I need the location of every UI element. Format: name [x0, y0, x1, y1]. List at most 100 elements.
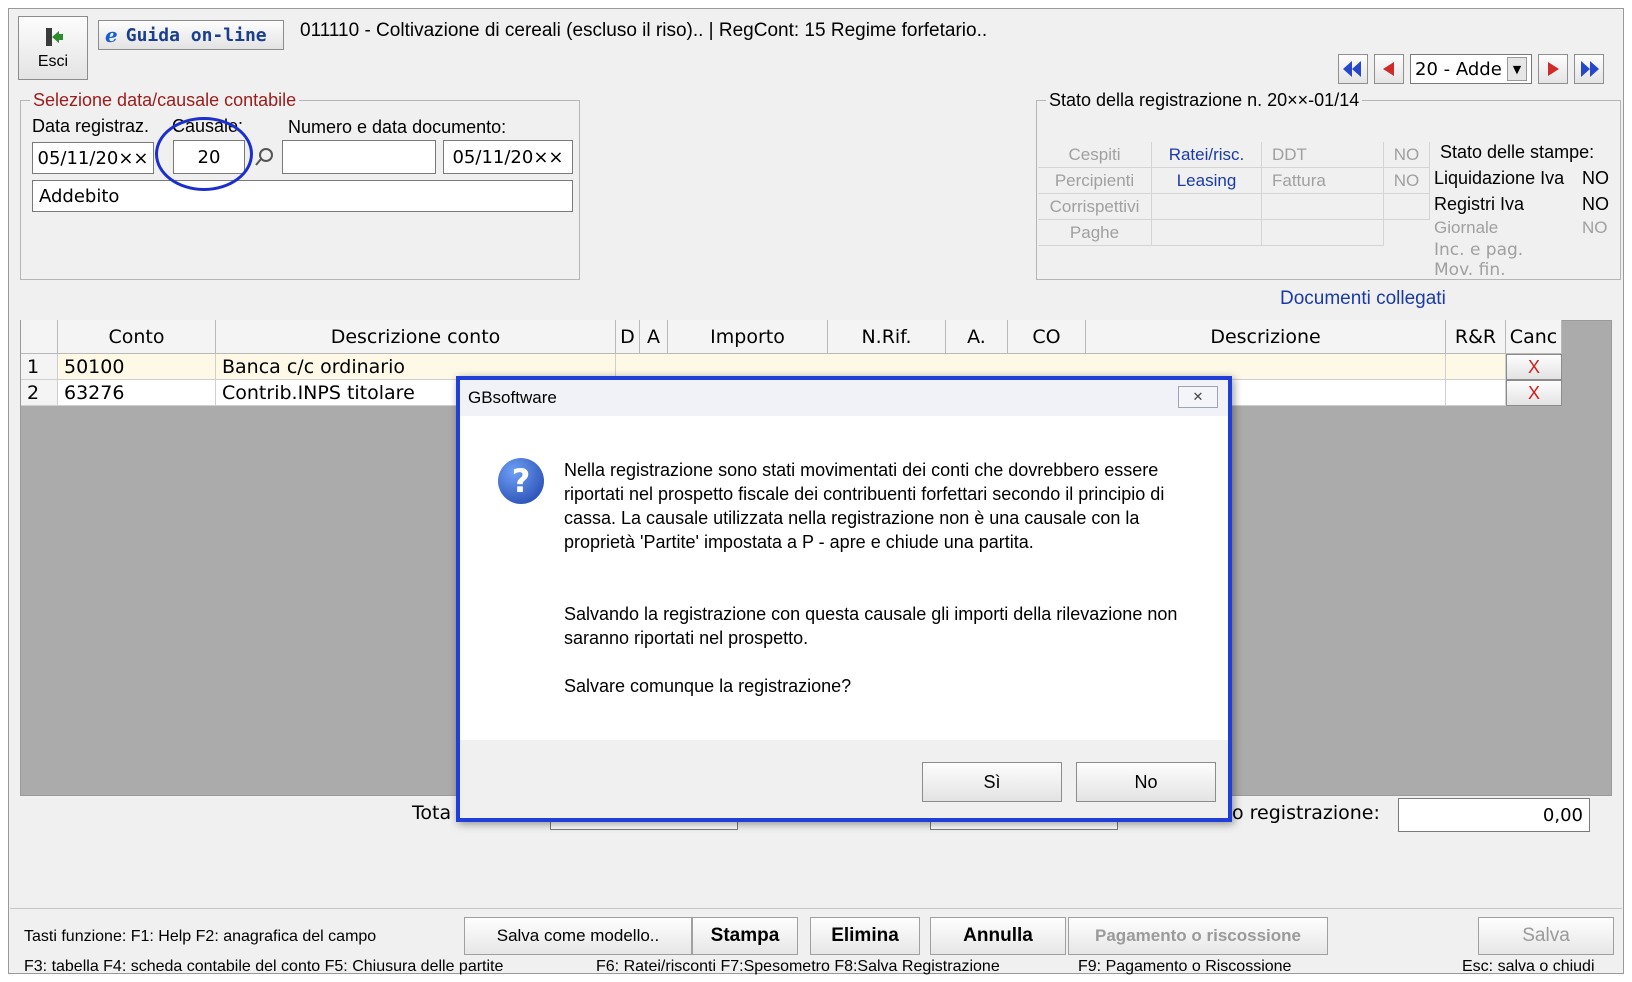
cancel-x-icon: X: [1527, 382, 1540, 403]
record-select[interactable]: 20 - Adde ▼: [1410, 54, 1532, 84]
col-conto[interactable]: Conto: [58, 320, 216, 354]
question-glyph: ?: [511, 462, 531, 500]
data-registrazione-input[interactable]: 05/11/20××: [32, 142, 154, 174]
row-number: 2: [21, 380, 58, 406]
col-a2[interactable]: A.: [946, 320, 1008, 354]
left-arrow-icon: [1383, 62, 1394, 76]
salva-modello-button[interactable]: Salva come modello..: [464, 917, 692, 955]
close-icon: ✕: [1192, 389, 1204, 404]
record-select-value: 20 - Adde: [1415, 58, 1502, 80]
percipienti-cell: Percipienti: [1038, 168, 1152, 194]
function-keys-line4: F9: Pagamento o Riscossione: [1078, 958, 1292, 975]
toolbar-separator: [10, 908, 1622, 909]
function-keys-line3: F6: Ratei/risconti F7:Spesometro F8:Salv…: [596, 958, 1000, 975]
cancel-row-button[interactable]: X: [1506, 380, 1562, 406]
documenti-collegati-link[interactable]: Documenti collegati: [1280, 288, 1446, 310]
row-number: 1: [21, 354, 58, 380]
causale-description-input[interactable]: Addebito: [32, 180, 573, 212]
stampe-label-registri: Registri Iva: [1434, 194, 1525, 214]
numero-documento-input[interactable]: [282, 140, 436, 174]
data-documento-input[interactable]: 05/11/20××: [443, 140, 573, 174]
ddt-cell: DDT: [1262, 142, 1384, 168]
help-label: Guida on-line: [125, 24, 267, 46]
leasing-link[interactable]: Leasing: [1152, 168, 1262, 194]
stampe-label-incpag: Inc. e pag.: [1434, 240, 1524, 260]
first-record-button[interactable]: [1338, 54, 1368, 84]
row-conto[interactable]: 50100: [58, 354, 216, 380]
function-keys-line1: Tasti funzione: F1: Help F2: anagrafica …: [24, 928, 377, 945]
row-rr[interactable]: [1446, 354, 1506, 380]
elimina-button[interactable]: Elimina: [810, 917, 920, 955]
dialog-titlebar: GBsoftware ✕: [460, 380, 1228, 416]
dialog-title: GBsoftware: [468, 388, 557, 407]
registrazione-label: o registrazione:: [1232, 802, 1380, 824]
stampa-button[interactable]: Stampa: [692, 917, 798, 955]
grid-corner: [21, 320, 58, 354]
col-rr[interactable]: R&R: [1446, 320, 1506, 354]
page-title: 011110 - Coltivazione di cereali (esclus…: [300, 20, 988, 41]
stampe-value-liquidazione: NO: [1582, 168, 1609, 188]
fattura-cell: Fattura: [1262, 168, 1384, 194]
double-right-icon: [1581, 61, 1599, 77]
next-record-button[interactable]: [1538, 54, 1568, 84]
data-label: Data registraz.: [32, 116, 150, 136]
exit-button[interactable]: Esci: [18, 16, 88, 80]
stato-legend: Stato della registrazione n. 20××-01/14: [1046, 90, 1363, 111]
row-rr[interactable]: [1446, 380, 1506, 406]
col-d[interactable]: D: [616, 320, 640, 354]
empty-cell: [1262, 194, 1384, 220]
col-co[interactable]: CO: [1008, 320, 1086, 354]
col-importo[interactable]: Importo: [668, 320, 828, 354]
exit-icon: [46, 28, 63, 46]
question-icon: ?: [498, 458, 544, 504]
cespiti-cell: Cespiti: [1038, 142, 1152, 168]
dialog-window: GBsoftware ✕ ? Nella registrazione sono …: [456, 376, 1232, 822]
lookup-icon[interactable]: [254, 147, 276, 167]
browser-icon: e: [105, 23, 118, 47]
empty-cell: [1384, 194, 1430, 220]
col-descrizione[interactable]: Descrizione: [1086, 320, 1446, 354]
dialog-message: Nella registrazione sono stati movimenta…: [564, 460, 1165, 552]
dialog-question: Salvare comunque la registrazione?: [564, 676, 852, 696]
corrispettivi-cell: Corrispettivi: [1038, 194, 1152, 220]
salva-button[interactable]: Salva: [1478, 917, 1614, 955]
empty-cell: [1152, 220, 1262, 246]
dialog-close-button[interactable]: ✕: [1178, 386, 1218, 408]
fattura-no-cell: NO: [1384, 168, 1430, 194]
last-record-button[interactable]: [1574, 54, 1604, 84]
annulla-button[interactable]: Annulla: [930, 917, 1066, 955]
chevron-down-icon: ▼: [1507, 57, 1527, 81]
col-a[interactable]: A: [640, 320, 668, 354]
pagamento-riscossione-button[interactable]: Pagamento o riscossione: [1068, 917, 1328, 955]
help-online-button[interactable]: e Guida on-line: [98, 20, 284, 50]
annotation-circle: [155, 117, 253, 191]
stampe-value-giornale: NO: [1582, 218, 1608, 237]
totale-label: Tota: [412, 802, 452, 824]
empty-cell: [1262, 220, 1384, 246]
col-descrizione-conto[interactable]: Descrizione conto: [216, 320, 616, 354]
stampe-label-movfin: Mov. fin.: [1434, 260, 1506, 280]
function-keys-line2: F3: tabella F4: scheda contabile del con…: [24, 958, 504, 975]
ratei-cell: Ratei/risc.: [1152, 142, 1262, 168]
double-left-icon: [1343, 61, 1361, 77]
cancel-x-icon: X: [1527, 356, 1540, 377]
saldo-registrazione-field: 0,00: [1398, 798, 1590, 832]
yes-button[interactable]: Sì: [922, 762, 1062, 802]
no-button[interactable]: No: [1076, 762, 1216, 802]
prev-record-button[interactable]: [1374, 54, 1404, 84]
row-conto[interactable]: 63276: [58, 380, 216, 406]
stampe-title: Stato delle stampe:: [1440, 142, 1595, 162]
stampe-label-giornale: Giornale: [1434, 218, 1499, 237]
exit-label: Esci: [37, 53, 69, 70]
col-nrif[interactable]: N.Rif.: [828, 320, 946, 354]
cancel-row-button[interactable]: X: [1506, 354, 1562, 380]
col-canc[interactable]: Canc: [1506, 320, 1562, 354]
stampe-value-registri: NO: [1582, 194, 1609, 214]
dialog-message-2: Salvando la registrazione con questa cau…: [564, 604, 1178, 648]
numero-label: Numero e data documento:: [288, 117, 507, 137]
right-arrow-icon: [1548, 62, 1559, 76]
function-keys-line5: Esc: salva o chiudi: [1462, 958, 1595, 975]
selezione-legend: Selezione data/causale contabile: [30, 90, 300, 111]
ddt-no-cell: NO: [1384, 142, 1430, 168]
paghe-cell: Paghe: [1038, 220, 1152, 246]
